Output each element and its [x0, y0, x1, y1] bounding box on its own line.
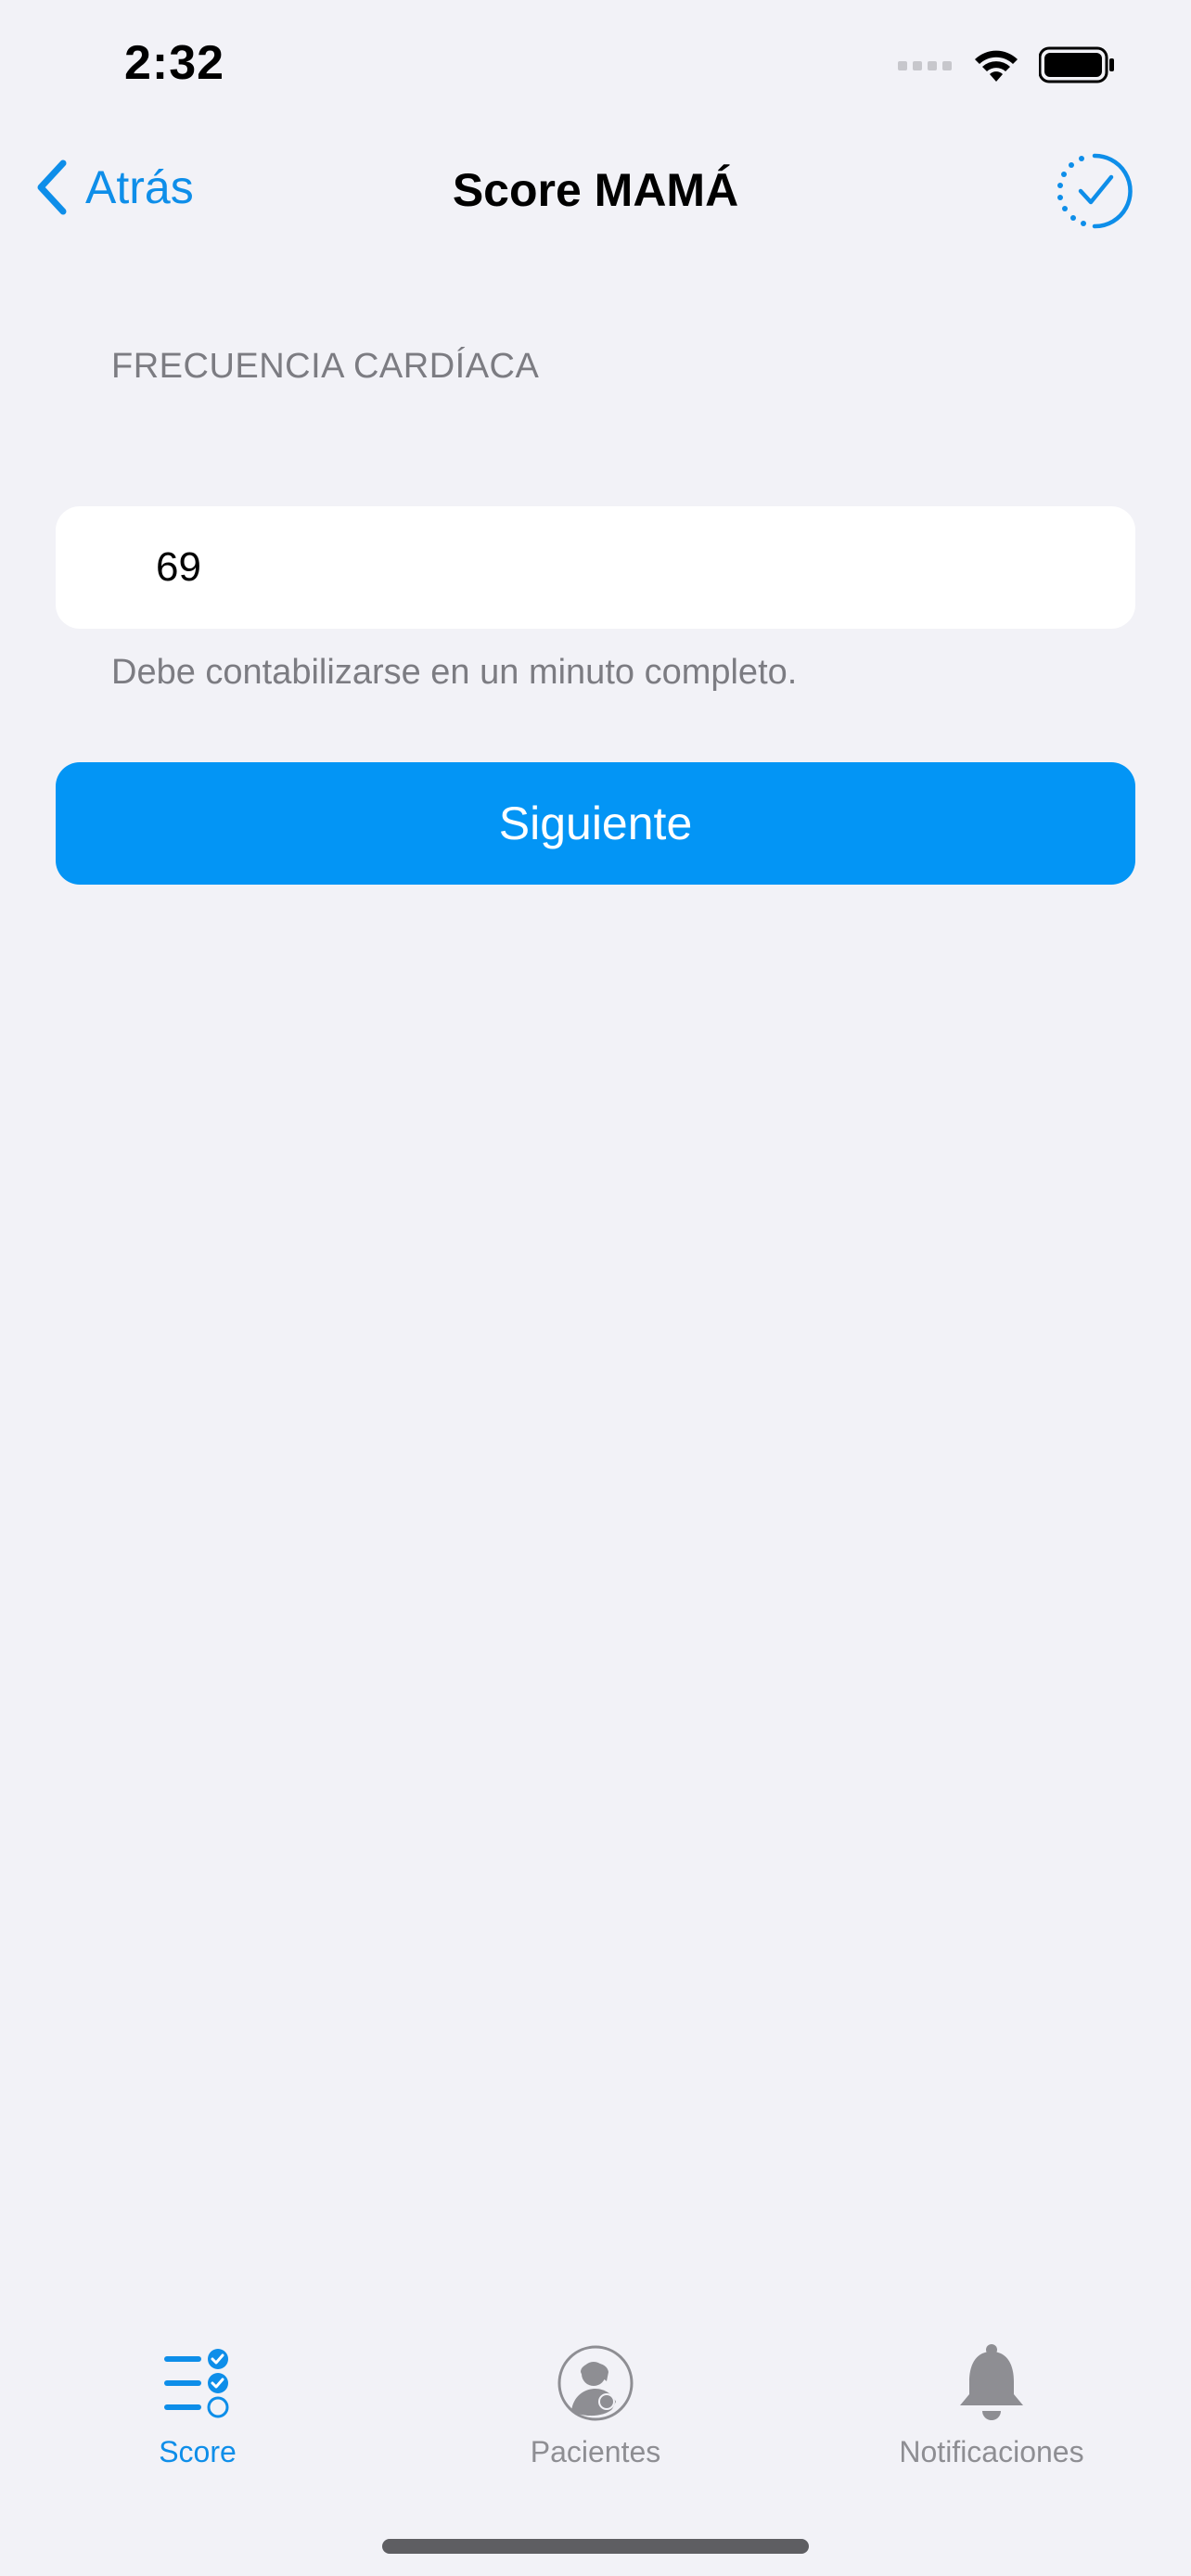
status-time: 2:32	[124, 36, 225, 90]
heart-rate-field-card	[56, 506, 1135, 629]
checkmark-circle-dotted-icon	[1057, 153, 1133, 229]
bell-icon	[945, 2337, 1038, 2429]
tab-label: Pacientes	[530, 2435, 661, 2468]
screen: 2:32 Atrás Score MAMÁ FRECUENCIA CARDÍAC…	[0, 0, 1191, 2576]
status-indicators	[898, 46, 1115, 83]
wifi-icon	[975, 50, 1018, 82]
battery-icon	[1039, 46, 1114, 83]
tab-label: Notificaciones	[899, 2435, 1084, 2468]
checklist-icon	[151, 2337, 244, 2429]
tab-patients[interactable]: Pacientes	[456, 2337, 735, 2469]
tab-bar: Score Pacientes Notificaciones	[0, 2337, 1191, 2504]
patient-avatar-icon	[549, 2337, 642, 2429]
cellular-signal-icon	[898, 61, 952, 70]
complete-button[interactable]	[1056, 152, 1133, 230]
tab-notifications[interactable]: Notificaciones	[852, 2337, 1131, 2469]
home-indicator[interactable]	[382, 2539, 809, 2554]
tab-score[interactable]: Score	[58, 2337, 337, 2469]
heart-rate-input[interactable]	[156, 506, 1102, 629]
page-title: Score MAMÁ	[452, 164, 739, 216]
heart-rate-hint: Debe contabilizarse en un minuto complet…	[111, 653, 798, 692]
next-button[interactable]: Siguiente	[56, 762, 1135, 885]
tab-label: Score	[159, 2435, 237, 2468]
section-header-heart-rate: FRECUENCIA CARDÍACA	[111, 347, 540, 386]
